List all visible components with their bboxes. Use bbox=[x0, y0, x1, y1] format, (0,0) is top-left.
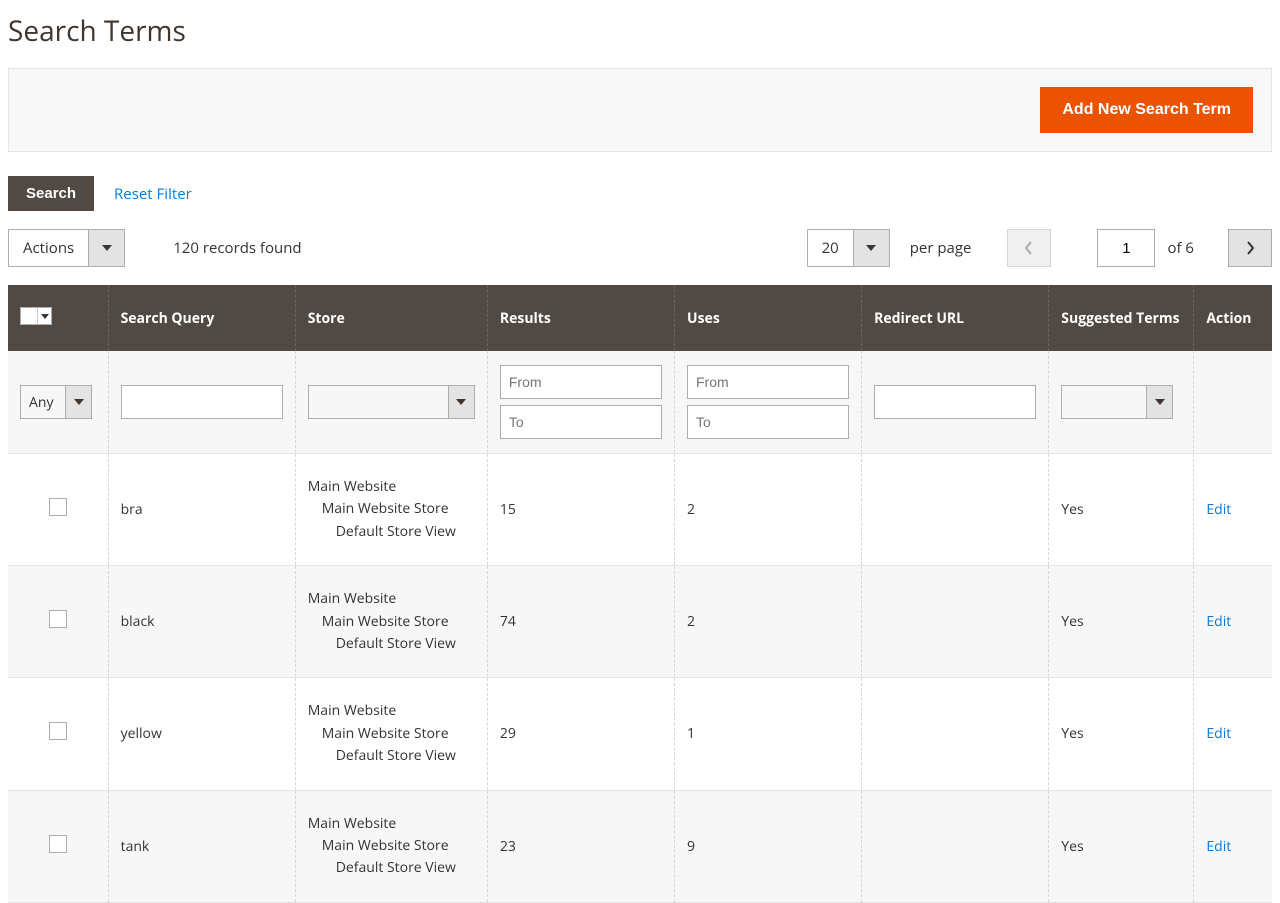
search-button[interactable]: Search bbox=[8, 176, 94, 211]
cell-redirect bbox=[862, 566, 1049, 678]
per-page-dropdown[interactable]: 20 bbox=[807, 229, 890, 267]
row-checkbox[interactable] bbox=[49, 498, 67, 516]
cell-redirect bbox=[862, 454, 1049, 566]
row-checkbox[interactable] bbox=[49, 835, 67, 853]
chevron-down-icon[interactable] bbox=[65, 386, 91, 418]
chevron-right-icon bbox=[1245, 240, 1255, 256]
cell-results: 74 bbox=[487, 566, 674, 678]
edit-link[interactable]: Edit bbox=[1206, 837, 1231, 856]
cell-store: Main Website Main Website Store Default … bbox=[295, 790, 487, 902]
cell-search-query: black bbox=[108, 566, 295, 678]
table-row: tank Main Website Main Website Store Def… bbox=[8, 790, 1272, 902]
filter-toolbar: Search Reset Filter bbox=[8, 176, 1272, 211]
cell-search-query: bra bbox=[108, 454, 295, 566]
column-header-results[interactable]: Results bbox=[487, 285, 674, 351]
column-header-store[interactable]: Store bbox=[295, 285, 487, 351]
filter-row: Any bbox=[8, 351, 1272, 454]
filter-uses-to-input[interactable] bbox=[687, 405, 849, 439]
add-new-search-term-button[interactable]: Add New Search Term bbox=[1040, 87, 1253, 133]
next-page-button[interactable] bbox=[1228, 229, 1272, 267]
page-title: Search Terms bbox=[0, 0, 1280, 68]
cell-suggested: Yes bbox=[1049, 566, 1194, 678]
edit-link[interactable]: Edit bbox=[1206, 612, 1231, 631]
page-number-input[interactable] bbox=[1097, 229, 1155, 267]
chevron-down-icon[interactable] bbox=[853, 230, 889, 266]
filter-uses-from-input[interactable] bbox=[687, 365, 849, 399]
reset-filter-link[interactable]: Reset Filter bbox=[114, 184, 192, 204]
table-row: black Main Website Main Website Store De… bbox=[8, 566, 1272, 678]
cell-results: 23 bbox=[487, 790, 674, 902]
row-checkbox[interactable] bbox=[49, 610, 67, 628]
cell-search-query: yellow bbox=[108, 678, 295, 790]
chevron-down-icon[interactable] bbox=[448, 386, 474, 418]
chevron-down-icon[interactable] bbox=[1146, 386, 1172, 418]
cell-store: Main Website Main Website Store Default … bbox=[295, 566, 487, 678]
page-total-text: of 6 bbox=[1167, 238, 1194, 258]
table-row: yellow Main Website Main Website Store D… bbox=[8, 678, 1272, 790]
prev-page-button[interactable] bbox=[1007, 229, 1051, 267]
records-found-text: 120 records found bbox=[173, 238, 301, 258]
row-checkbox[interactable] bbox=[49, 722, 67, 740]
filter-suggested-select[interactable] bbox=[1061, 385, 1173, 419]
column-header-uses[interactable]: Uses bbox=[675, 285, 862, 351]
actions-dropdown-label: Actions bbox=[9, 230, 88, 266]
cell-uses: 2 bbox=[675, 454, 862, 566]
filter-results-to-input[interactable] bbox=[500, 405, 662, 439]
per-page-value: 20 bbox=[808, 230, 853, 266]
chevron-down-icon[interactable] bbox=[88, 230, 124, 266]
cell-search-query: tank bbox=[108, 790, 295, 902]
edit-link[interactable]: Edit bbox=[1206, 724, 1231, 743]
cell-store: Main Website Main Website Store Default … bbox=[295, 454, 487, 566]
edit-link[interactable]: Edit bbox=[1206, 500, 1231, 519]
column-header-search-query[interactable]: Search Query bbox=[108, 285, 295, 351]
cell-suggested: Yes bbox=[1049, 790, 1194, 902]
cell-uses: 1 bbox=[675, 678, 862, 790]
actions-dropdown[interactable]: Actions bbox=[8, 229, 125, 267]
cell-uses: 9 bbox=[675, 790, 862, 902]
filter-redirect-url-input[interactable] bbox=[874, 385, 1036, 419]
cell-results: 29 bbox=[487, 678, 674, 790]
top-action-bar: Add New Search Term bbox=[8, 68, 1272, 152]
select-all-dropdown[interactable] bbox=[20, 307, 52, 325]
filter-results-from-input[interactable] bbox=[500, 365, 662, 399]
cell-suggested: Yes bbox=[1049, 454, 1194, 566]
filter-search-query-input[interactable] bbox=[121, 385, 283, 419]
cell-results: 15 bbox=[487, 454, 674, 566]
column-header-redirect-url[interactable]: Redirect URL bbox=[862, 285, 1049, 351]
search-terms-table: Search Query Store Results Uses Redirect… bbox=[8, 285, 1272, 903]
cell-suggested: Yes bbox=[1049, 678, 1194, 790]
filter-any-value: Any bbox=[21, 386, 65, 418]
column-header-select bbox=[8, 285, 108, 351]
cell-redirect bbox=[862, 678, 1049, 790]
filter-select-any[interactable]: Any bbox=[20, 385, 92, 419]
cell-redirect bbox=[862, 790, 1049, 902]
column-header-suggested-terms[interactable]: Suggested Terms bbox=[1049, 285, 1194, 351]
per-page-label: per page bbox=[910, 238, 972, 258]
chevron-left-icon bbox=[1024, 240, 1034, 256]
table-row: bra Main Website Main Website Store Defa… bbox=[8, 454, 1272, 566]
cell-uses: 2 bbox=[675, 566, 862, 678]
grid-toolbar: Actions 120 records found 20 per page of… bbox=[8, 229, 1272, 267]
cell-store: Main Website Main Website Store Default … bbox=[295, 678, 487, 790]
filter-store-select[interactable] bbox=[308, 385, 475, 419]
column-header-action: Action bbox=[1194, 285, 1272, 351]
